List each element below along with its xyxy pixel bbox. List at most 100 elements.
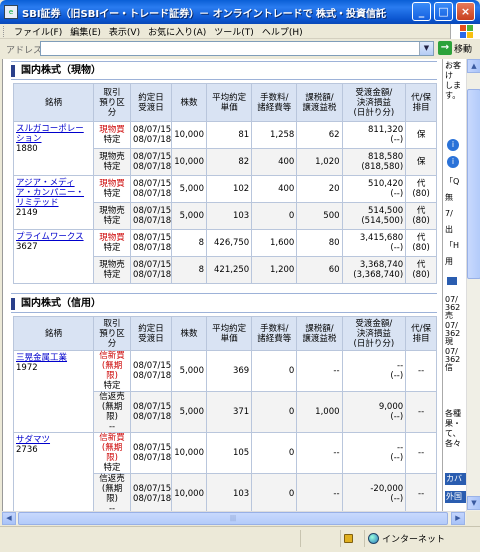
side-pane-button[interactable]: カバ <box>445 473 466 485</box>
tax-cell: -- <box>296 350 343 392</box>
scroll-left-icon[interactable]: ◀ <box>2 512 16 525</box>
menu-favorites[interactable]: お気に入り(A) <box>148 25 206 38</box>
qty-cell: 8 <box>171 256 207 284</box>
settle-date: 08/07/18 <box>133 270 172 280</box>
side-pane-text: て、 <box>445 429 461 438</box>
trade-type: 信返売 (無期限) <box>99 392 125 422</box>
custody-type: -- <box>108 422 116 432</box>
day-pl: (--) <box>390 189 404 199</box>
column-header: 課税額/ 譲渡益税 <box>296 83 343 122</box>
go-label: 移動 <box>454 44 473 55</box>
trade-type: 現物買 <box>99 179 125 189</box>
trade-type-cell: 信返売 (無期限) -- <box>93 473 132 511</box>
stock-name-link[interactable]: スルガコーポレーション <box>16 124 91 144</box>
scroll-right-icon[interactable]: ▶ <box>451 512 465 525</box>
vertical-scroll-thumb[interactable] <box>467 89 480 279</box>
stock-name-link[interactable]: アジア・メディア・カンパニー・リミテッド <box>16 178 91 208</box>
maximize-button[interactable]: □ <box>434 2 453 21</box>
side-pane-button[interactable]: 外国 <box>445 491 466 503</box>
flag-cell: 保 <box>405 121 437 149</box>
fee-cell: 0 <box>251 350 298 392</box>
stock-name-cell: スルガコーポレーション 1880 <box>12 121 95 176</box>
close-button[interactable]: × <box>456 2 475 21</box>
stock-code: 2736 <box>16 445 38 455</box>
column-header: 株数 <box>171 316 207 351</box>
settle-amount: -- <box>397 361 404 371</box>
qty-cell: 5,000 <box>171 350 207 392</box>
menu-view[interactable]: 表示(V) <box>109 25 140 38</box>
custody-type: 特定 <box>103 243 121 253</box>
settle-date: 08/07/18 <box>133 371 172 381</box>
tax-cell: 1,000 <box>296 391 343 433</box>
side-pane-text: 無 <box>445 193 453 202</box>
trade-type-cell: 現物売 特定 <box>93 256 132 284</box>
custody-type: 特定 <box>103 463 121 473</box>
column-header: 受渡金額/ 決済損益 (日計り分) <box>341 83 407 122</box>
side-pane-text: 出 <box>445 225 453 234</box>
price-cell: 103 <box>205 202 253 230</box>
tax-cell: 62 <box>296 121 343 149</box>
list-icon <box>447 277 457 285</box>
amount-cell: -20,000 (--) <box>341 473 407 511</box>
shinyo-table: 銘柄 取引 預り区 分約定日 受渡日 株数 平均約定 単価 手数料/ 諸経費等 課税額/ … <box>12 316 437 511</box>
fee-cell: 1,258 <box>251 121 298 149</box>
menu-help[interactable]: ヘルプ(H) <box>262 25 303 38</box>
menu-file[interactable]: ファイル(F) <box>14 25 62 38</box>
stock-name-cell: 三晃金属工業 1972 <box>12 350 95 433</box>
info-icon[interactable]: i <box>447 156 459 168</box>
column-header: 平均約定 単価 <box>205 83 253 122</box>
status-zone: インターネット <box>364 530 480 547</box>
day-pl: (--) <box>390 135 404 145</box>
qty-cell: 10,000 <box>171 432 207 474</box>
address-dropdown-icon[interactable]: ▼ <box>419 42 433 55</box>
toolbar-grip[interactable] <box>3 25 6 37</box>
qty-cell: 10,000 <box>171 473 207 511</box>
price-cell: 421,250 <box>205 256 253 284</box>
amount-cell: 3,368,740 (3,368,740) <box>341 256 407 284</box>
trade-date: 08/07/15 <box>133 206 172 216</box>
section-divider <box>11 61 437 62</box>
address-input[interactable]: ▼ <box>40 41 434 56</box>
price-cell: 82 <box>205 148 253 176</box>
trade-type: 現物買 <box>99 233 125 243</box>
trade-type-cell: 現物買 特定 <box>93 121 132 149</box>
side-pane-text: 「Q <box>445 177 460 186</box>
stock-name-link[interactable]: 三晃金属工業 <box>16 353 91 363</box>
side-pane-text: しま <box>445 81 461 90</box>
custody-type: 特定 <box>103 270 121 280</box>
internet-zone-icon <box>368 533 379 544</box>
horizontal-scrollbar[interactable]: ◀ ||| ▶ <box>2 511 466 525</box>
fee-cell: 400 <box>251 148 298 176</box>
qty-cell: 10,000 <box>171 148 207 176</box>
trade-type: 信新買 (無期限) <box>99 433 125 463</box>
stock-name-cell: アジア・メディア・カンパニー・リミテッド 2149 <box>12 175 95 230</box>
horizontal-scroll-thumb[interactable]: ||| <box>18 512 448 525</box>
vertical-scrollbar[interactable]: ▲ ▼ <box>466 59 480 511</box>
column-header: 課税額/ 譲渡益税 <box>296 316 343 351</box>
column-header: 受渡金額/ 決済損益 (日計り分) <box>341 316 407 351</box>
stock-name-link[interactable]: プライムワークス <box>16 232 91 242</box>
scroll-up-icon[interactable]: ▲ <box>467 59 480 73</box>
fee-cell: 1,600 <box>251 229 298 257</box>
trade-type: 信新買 (無期限) <box>99 351 125 381</box>
price-cell: 426,750 <box>205 229 253 257</box>
side-pane-text: け <box>445 71 453 80</box>
menu-edit[interactable]: 編集(E) <box>70 25 101 38</box>
info-icon[interactable]: i <box>447 139 459 151</box>
stock-name-link[interactable]: サダマツ <box>16 435 91 445</box>
date-cell: 08/07/15 08/07/18 <box>130 229 173 257</box>
stock-code: 3627 <box>16 242 38 252</box>
date-cell: 08/07/15 08/07/18 <box>130 148 173 176</box>
go-arrow-icon: → <box>438 41 452 55</box>
date-cell: 08/07/15 08/07/18 <box>130 432 173 474</box>
side-pane-text: 用 <box>445 257 453 266</box>
side-pane-text: 信 <box>445 363 453 372</box>
menu-tools[interactable]: ツール(T) <box>214 25 254 38</box>
fee-cell: 0 <box>251 473 298 511</box>
go-button[interactable]: → 移動 <box>438 41 472 55</box>
column-header: 株数 <box>171 83 207 122</box>
scroll-down-icon[interactable]: ▼ <box>467 496 480 510</box>
side-pane-text: す。 <box>445 91 461 100</box>
windows-logo-icon <box>450 24 480 39</box>
minimize-button[interactable]: _ <box>412 2 431 21</box>
